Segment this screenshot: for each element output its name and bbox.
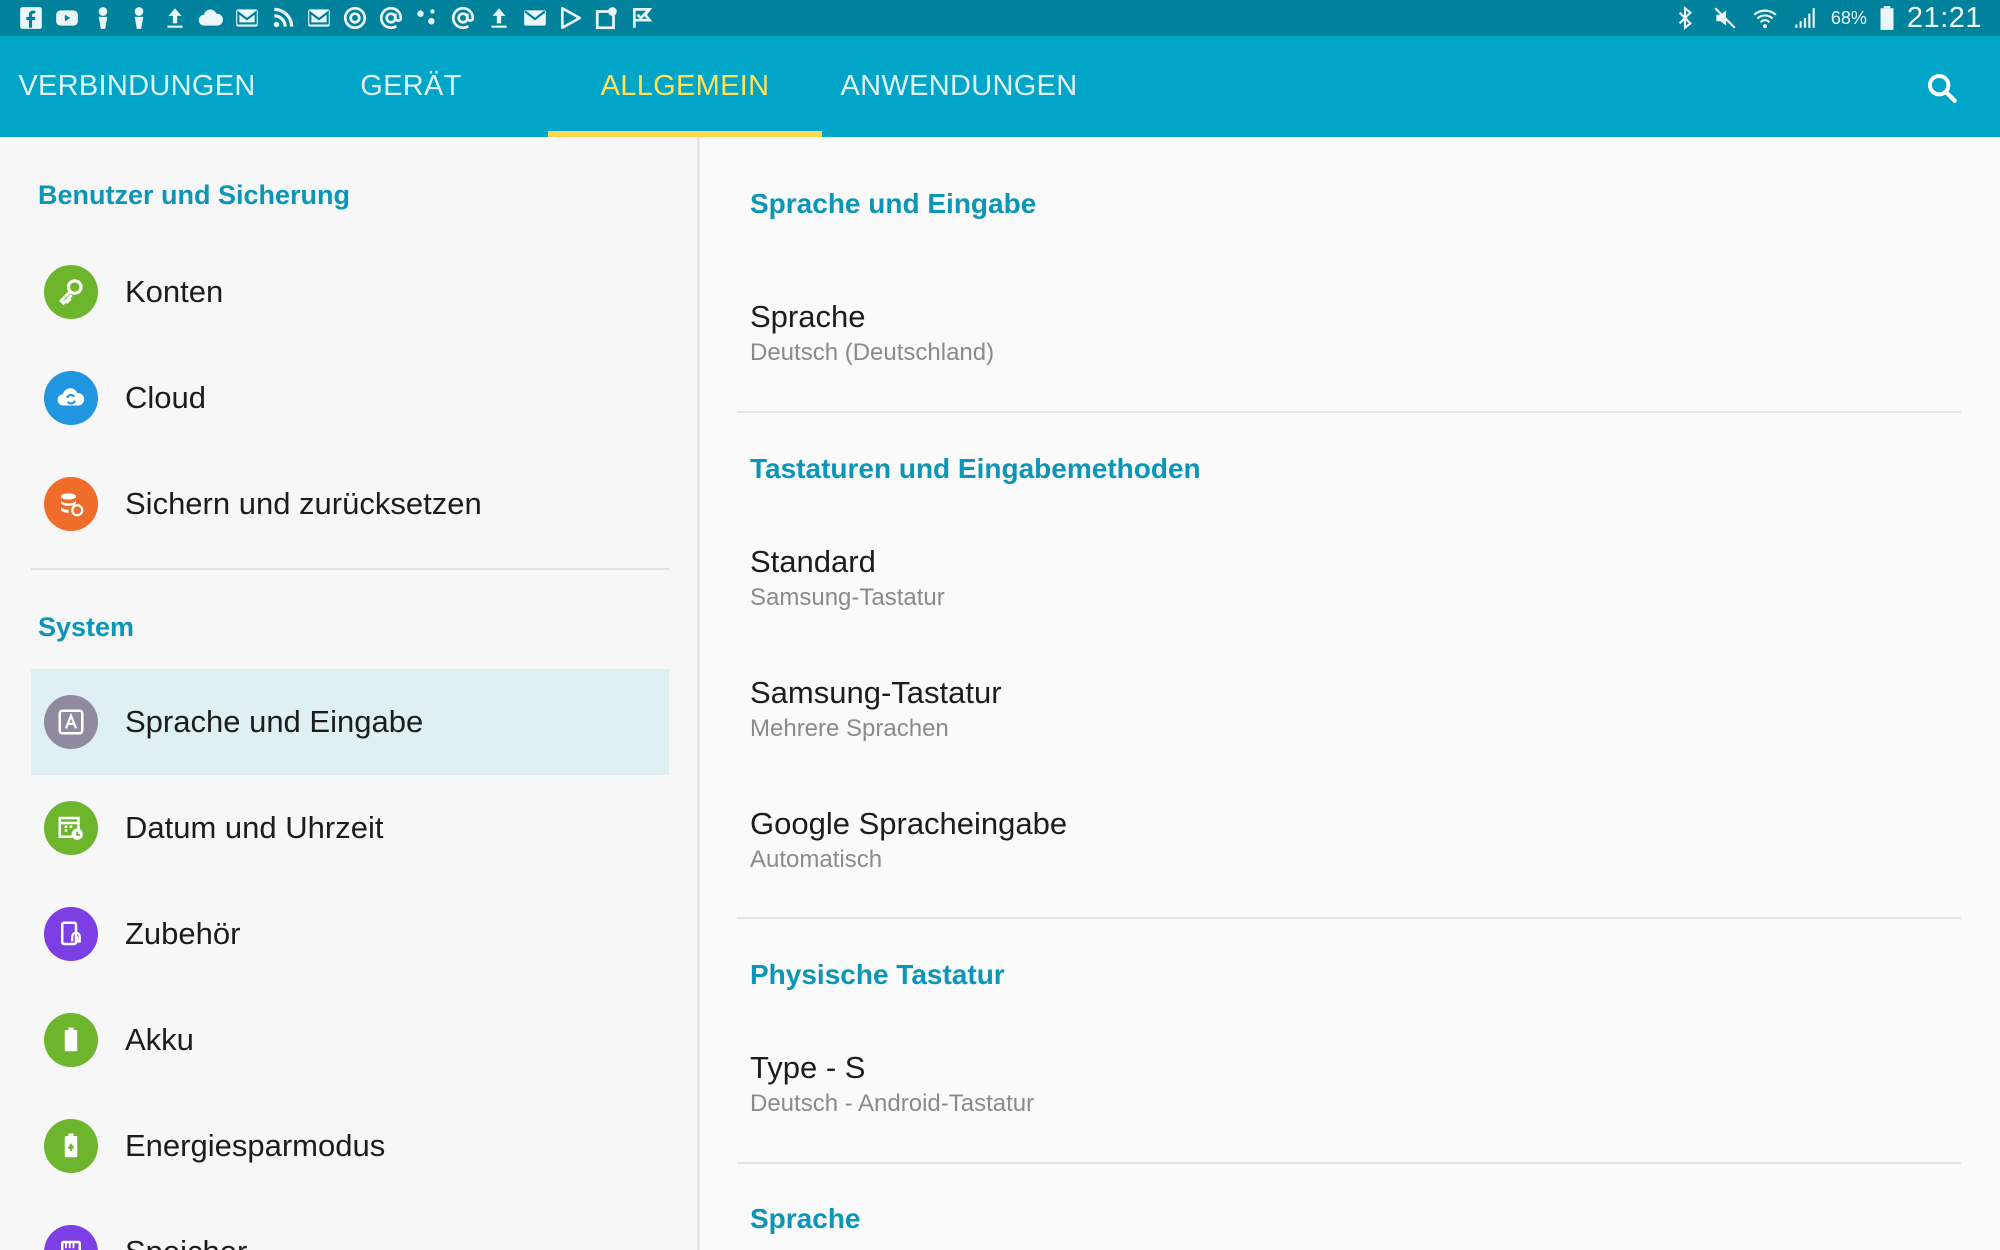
section-divider: [31, 568, 669, 570]
menu-item-label: Sichern und zurücksetzen: [125, 486, 482, 521]
menu-item-label: Datum und Uhrzeit: [125, 810, 384, 845]
tab-allgemein[interactable]: ALLGEMEIN: [548, 36, 822, 137]
battery-icon: [44, 1013, 98, 1067]
wifi-icon: [1751, 4, 1779, 32]
check-flag-icon: [630, 5, 656, 31]
section-divider: [737, 917, 1961, 919]
menu-item-akku[interactable]: Akku: [31, 987, 669, 1093]
menu-item-datum-und-uhrzeit[interactable]: Datum und Uhrzeit: [31, 775, 669, 881]
setting-google-spracheingabe[interactable]: Google Spracheingabe Automatisch: [750, 805, 1950, 877]
tab-anwendungen[interactable]: ANWENDUNGEN: [822, 36, 1096, 137]
power-saving-icon: [44, 1119, 98, 1173]
cloud-sync-icon: [44, 371, 98, 425]
setting-title: Samsung-Tastatur: [750, 675, 1002, 710]
search-button[interactable]: [1922, 68, 1962, 108]
setting-subtitle: Automatisch: [750, 846, 883, 873]
menu-item-label: Akku: [125, 1022, 194, 1057]
person-pin-icon: [90, 5, 116, 31]
calendar-clock-icon: [44, 801, 98, 855]
person-pin-icon: [126, 5, 152, 31]
upload-icon: [486, 5, 512, 31]
menu-item-speicher[interactable]: Speicher: [31, 1199, 669, 1250]
clock: 21:21: [1906, 1, 1982, 34]
section-header-benutzer: Benutzer und Sicherung: [38, 180, 351, 210]
menu-item-energiesparmodus[interactable]: Energiesparmodus: [31, 1093, 669, 1199]
menu-item-label: Zubehör: [125, 916, 241, 951]
facebook-icon: [18, 5, 44, 31]
at-sign-icon: [378, 5, 404, 31]
gmail-icon: [234, 5, 260, 31]
setting-samsung-tastatur[interactable]: Samsung-Tastatur Mehrere Sprachen: [750, 674, 1950, 746]
menu-item-sprache-und-eingabe[interactable]: Sprache und Eingabe: [31, 669, 669, 775]
section-header-tastaturen: Tastaturen und Eingabemethoden: [750, 453, 1201, 484]
setting-sprache[interactable]: Sprache Deutsch (Deutschland): [750, 298, 1950, 370]
mail-icon: [522, 5, 548, 31]
upload-icon: [162, 5, 188, 31]
tab-geraet[interactable]: GERÄT: [274, 36, 548, 137]
youtube-icon: [54, 5, 80, 31]
menu-item-label: Speicher: [125, 1234, 247, 1250]
setting-standard[interactable]: Standard Samsung-Tastatur: [750, 543, 1950, 615]
setting-title: Sprache: [750, 299, 866, 334]
setting-subtitle: Samsung-Tastatur: [750, 584, 945, 611]
cloud-icon: [198, 5, 224, 31]
menu-item-cloud[interactable]: Cloud: [31, 345, 669, 451]
maps-icon: [594, 5, 620, 31]
play-store-icon: [558, 5, 584, 31]
setting-title: Standard: [750, 544, 876, 579]
battery-percentage: 68%: [1830, 7, 1867, 28]
menu-item-label: Konten: [125, 274, 224, 309]
accessory-icon: [44, 907, 98, 961]
setting-subtitle: Deutsch - Android-Tastatur: [750, 1090, 1035, 1117]
menu-item-konten[interactable]: Konten: [31, 239, 669, 345]
tab-verbindungen[interactable]: VERBINDUNGEN: [0, 36, 274, 137]
section-header-system: System: [38, 612, 135, 642]
connections-icon: [414, 5, 440, 31]
mute-icon: [1711, 4, 1739, 32]
menu-item-label: Energiesparmodus: [125, 1128, 386, 1163]
storage-icon: [44, 1225, 98, 1250]
section-header-physische-tastatur: Physische Tastatur: [750, 959, 1005, 990]
setting-type-s[interactable]: Type - S Deutsch - Android-Tastatur: [750, 1049, 1950, 1121]
setting-subtitle: Deutsch (Deutschland): [750, 339, 995, 366]
notification-icons: [18, 4, 656, 32]
menu-item-label: Sprache und Eingabe: [125, 704, 424, 739]
menu-item-sichern[interactable]: Sichern und zurücksetzen: [31, 451, 669, 557]
menu-item-label: Cloud: [125, 380, 206, 415]
sync-icon: [342, 5, 368, 31]
section-divider: [737, 1162, 1961, 1164]
setting-subtitle: Mehrere Sprachen: [750, 715, 949, 742]
bluetooth-icon: [1671, 4, 1699, 32]
menu-item-zubehoer[interactable]: Zubehör: [31, 881, 669, 987]
settings-category-list[interactable]: Benutzer und Sicherung Konten Cloud Sich…: [0, 137, 697, 1250]
settings-tab-bar: VERBINDUNGEN GERÄT ALLGEMEIN ANWENDUNGEN: [0, 36, 2000, 137]
language-icon: [44, 695, 98, 749]
section-header-sprache-und-eingabe: Sprache und Eingabe: [750, 188, 1037, 219]
system-status: 68% 21:21: [1671, 0, 1982, 36]
setting-title: Google Spracheingabe: [750, 806, 1068, 841]
settings-detail-pane[interactable]: Sprache und Eingabe Sprache Deutsch (Deu…: [700, 137, 2000, 1250]
signal-icon: [1791, 4, 1819, 32]
status-bar: 68% 21:21: [0, 0, 2000, 36]
section-header-sprache: Sprache: [750, 1203, 861, 1234]
key-icon: [44, 265, 98, 319]
at-sign-icon: [450, 5, 476, 31]
gmail-icon: [306, 5, 332, 31]
rss-icon: [270, 5, 296, 31]
battery-icon: [1879, 4, 1895, 32]
setting-title: Type - S: [750, 1050, 866, 1085]
backup-icon: [44, 477, 98, 531]
section-divider: [737, 411, 1961, 413]
search-icon: [1927, 73, 1957, 103]
